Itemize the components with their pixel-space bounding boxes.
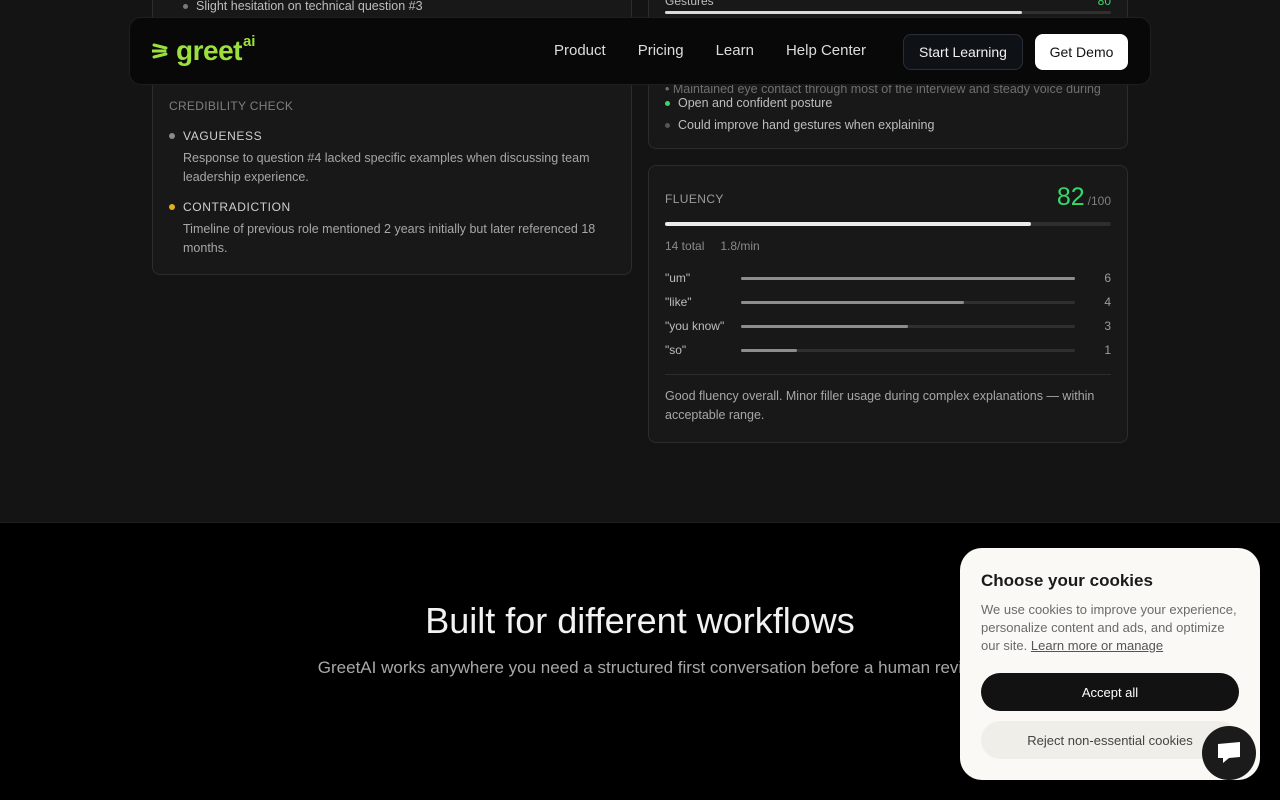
issue-contradiction: CONTRADICTION Timeline of previous role … xyxy=(169,200,609,258)
filler-word: "so" xyxy=(665,343,687,357)
accept-all-cookies-button[interactable]: Accept all xyxy=(981,673,1239,711)
filler-bar-fill xyxy=(741,276,1075,280)
fluency-progress-bar xyxy=(665,222,1111,226)
divider xyxy=(665,374,1111,375)
issue-dot xyxy=(169,204,175,210)
issue-title: CONTRADICTION xyxy=(183,200,291,214)
issue-description: Response to question #4 lacked specific … xyxy=(183,151,590,184)
gestures-label: Gestures xyxy=(665,0,714,8)
filler-word: "um" xyxy=(665,271,691,285)
filler-rate: 1.8/min xyxy=(720,239,760,253)
gestures-bar xyxy=(665,11,1111,14)
nav-link-learn[interactable]: Learn xyxy=(716,42,754,59)
top-navbar: greet ai Product Pricing Learn Help Cent… xyxy=(129,17,1151,85)
issue-dot xyxy=(169,133,175,139)
filler-bar-fill xyxy=(741,348,797,352)
gestures-bar-fill xyxy=(665,11,1022,14)
filler-bar xyxy=(741,324,1075,328)
start-learning-button[interactable]: Start Learning xyxy=(903,34,1023,70)
fluency-label: FLUENCY xyxy=(665,192,724,206)
observation-dot xyxy=(665,100,670,106)
filler-count: 6 xyxy=(1104,271,1111,285)
fluency-score: 82 /100 xyxy=(1057,183,1111,212)
filler-row: "you know" 3 xyxy=(665,318,1111,334)
filler-bar xyxy=(741,276,1075,280)
nav-links: Product Pricing Learn Help Center xyxy=(554,42,866,59)
filler-total: 14 total xyxy=(665,239,705,253)
chat-widget-button[interactable] xyxy=(1202,726,1256,780)
filler-row: "um" 6 xyxy=(665,270,1111,286)
cookie-description: We use cookies to improve your experienc… xyxy=(981,601,1243,655)
reject-cookies-button[interactable]: Reject non-essential cookies xyxy=(981,721,1239,759)
fluency-score-denominator: /100 xyxy=(1087,194,1111,208)
credibility-check-title: CREDIBILITY CHECK xyxy=(169,99,294,113)
chat-icon xyxy=(1218,742,1240,763)
nav-link-help-center[interactable]: Help Center xyxy=(786,42,866,59)
fluency-progress-fill xyxy=(665,222,1031,226)
filler-bar xyxy=(741,348,1075,352)
logo-text: greet xyxy=(176,35,242,66)
fluency-score-value: 82 xyxy=(1056,183,1085,211)
filler-count: 4 xyxy=(1104,295,1111,309)
filler-row: "like" 4 xyxy=(665,294,1111,310)
filler-row: "so" 1 xyxy=(665,342,1111,358)
filler-bar-fill xyxy=(741,324,908,328)
issue-title: VAGUENESS xyxy=(183,129,263,143)
get-demo-button[interactable]: Get Demo xyxy=(1035,34,1128,70)
observation-item: Open and confident posture xyxy=(665,96,832,110)
filler-word: "you know" xyxy=(665,319,725,333)
gestures-row: Gestures 80 xyxy=(665,0,1111,8)
observation-item: Could improve hand gestures when explain… xyxy=(665,118,934,132)
fluency-card: FLUENCY 82 /100 14 total 1.8/min "um" 6 … xyxy=(648,165,1128,443)
filler-count: 1 xyxy=(1104,343,1111,357)
logo-suffix: ai xyxy=(242,33,256,50)
issue-vagueness: VAGUENESS Response to question #4 lacked… xyxy=(169,129,609,187)
cookie-learn-more-link[interactable]: Learn more or manage xyxy=(1031,638,1163,653)
cookie-title: Choose your cookies xyxy=(981,571,1153,590)
bullet-dot xyxy=(183,4,188,10)
hesitation-note: Slight hesitation on technical question … xyxy=(183,0,423,13)
fluency-summary: Good fluency overall. Minor filler usage… xyxy=(665,389,1095,422)
filler-bar-fill xyxy=(741,300,964,304)
fluency-stats: 14 total 1.8/min xyxy=(665,239,760,253)
gestures-value: 80 xyxy=(1097,0,1111,8)
filler-bar xyxy=(741,300,1075,304)
logo-mark-icon xyxy=(152,43,168,59)
observation-dot xyxy=(665,122,670,128)
filler-word: "like" xyxy=(665,295,692,309)
filler-count: 3 xyxy=(1104,319,1111,333)
nav-link-product[interactable]: Product xyxy=(554,42,606,59)
greetai-logo[interactable]: greet ai xyxy=(152,33,256,68)
nav-link-pricing[interactable]: Pricing xyxy=(638,42,684,59)
issue-description: Timeline of previous role mentioned 2 ye… xyxy=(183,222,596,255)
